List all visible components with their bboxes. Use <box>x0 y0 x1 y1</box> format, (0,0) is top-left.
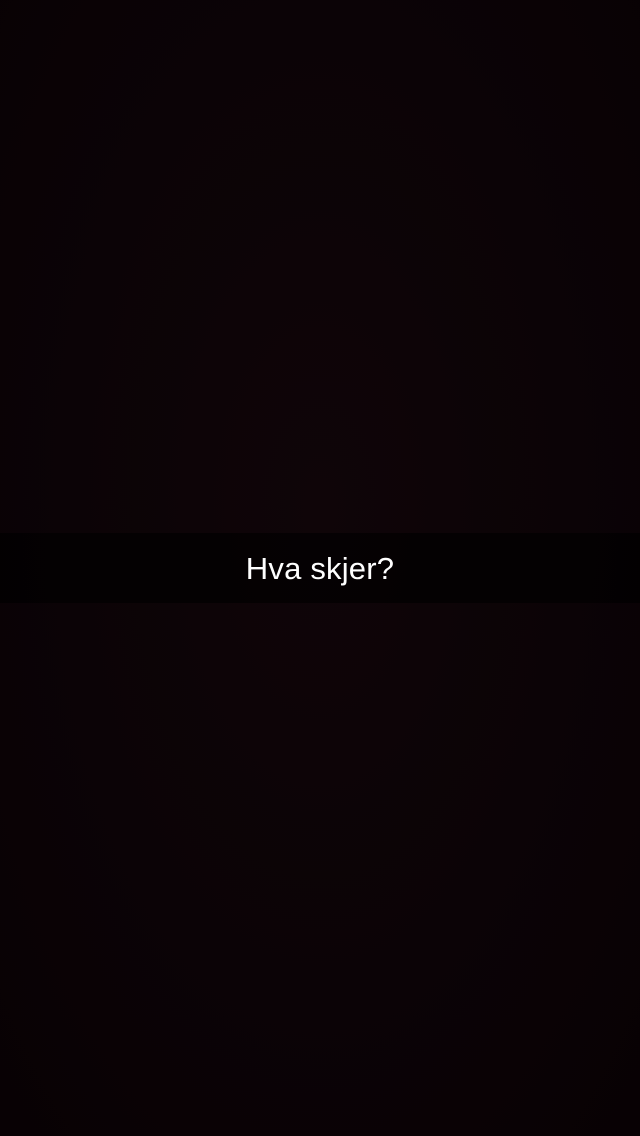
caption-bar[interactable]: Hva skjer? <box>0 533 640 603</box>
caption-text: Hva skjer? <box>245 550 395 586</box>
snap-photo-screen[interactable]: Hva skjer? <box>0 0 640 1136</box>
